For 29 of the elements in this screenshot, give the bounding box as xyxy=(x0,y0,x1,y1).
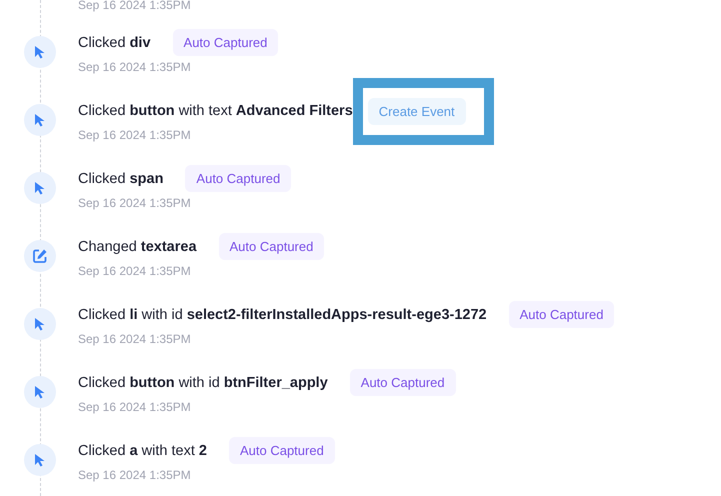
edit-icon xyxy=(32,248,48,264)
event-title: Clicked button with text Advanced Filters xyxy=(78,103,353,119)
event-timestamp: Sep 16 2024 1:35PM xyxy=(78,400,192,414)
event-timestamp: Sep 16 2024 1:35PM xyxy=(78,468,192,482)
auto-captured-tag: Auto Captured xyxy=(218,233,324,260)
cursor-icon xyxy=(34,453,46,467)
event-title: Changed textarea xyxy=(78,239,197,255)
auto-captured-tag: Auto Captured xyxy=(350,369,456,396)
event-timestamp: Sep 16 2024 1:35PM xyxy=(78,264,192,278)
event-title: Clicked div xyxy=(78,35,151,51)
event-timestamp: Sep 16 2024 1:35PM xyxy=(78,60,192,74)
auto-captured-tag: Auto Captured xyxy=(228,437,335,464)
event-title: Clicked li with id select2-filterInstalledApps-result-ege3-1272 xyxy=(78,307,487,323)
cursor-icon xyxy=(34,113,46,127)
event-title: Clicked button with id btnFilter_apply xyxy=(78,375,328,391)
cursor-icon xyxy=(34,385,46,399)
auto-captured-tag: Auto Captured xyxy=(185,165,292,192)
event-timestamp: Sep 16 2024 1:35PM xyxy=(77,0,192,10)
cursor-icon xyxy=(34,181,46,195)
cursor-icon xyxy=(34,45,46,59)
auto-captured-tag: Auto Captured xyxy=(508,301,614,328)
event-timestamp: Sep 16 2024 1:35PM xyxy=(78,332,192,346)
create-event-button[interactable]: Create Event xyxy=(368,98,466,124)
auto-captured-tag: Auto Captured xyxy=(172,29,278,56)
cursor-icon xyxy=(34,317,46,331)
event-title: Clicked span xyxy=(78,171,164,187)
event-timestamp: Sep 16 2024 1:35PM xyxy=(78,128,192,142)
event-timestamp: Sep 16 2024 1:35PM xyxy=(78,196,192,210)
event-title: Clicked a with text 2 xyxy=(78,443,207,459)
